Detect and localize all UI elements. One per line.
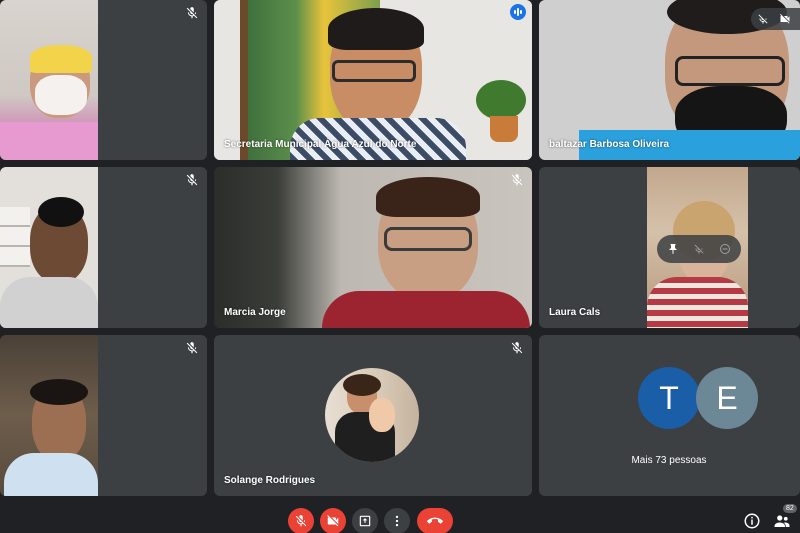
participants-button[interactable] xyxy=(772,512,792,530)
mic-off-icon xyxy=(186,7,198,19)
person-hair xyxy=(30,379,88,405)
participant-name: Marcia Jorge xyxy=(224,307,286,318)
meeting-details-button[interactable] xyxy=(743,512,761,530)
avatar-t: T xyxy=(638,367,700,429)
speaking-indicator-icon xyxy=(510,4,526,20)
yellow-headwrap xyxy=(30,45,92,73)
participant-video xyxy=(214,0,532,160)
participant-video xyxy=(0,0,98,160)
present-screen-button[interactable] xyxy=(352,508,378,533)
grey-shirt xyxy=(0,277,98,328)
wall-frames xyxy=(0,207,30,267)
more-vert-icon xyxy=(395,515,399,527)
painting-frame xyxy=(240,0,248,160)
person-hair xyxy=(376,177,480,217)
plant xyxy=(476,80,526,120)
glasses xyxy=(384,227,472,251)
red-top xyxy=(322,291,530,328)
mic-off-icon xyxy=(511,174,523,186)
mic-off-icon xyxy=(758,14,768,24)
person-hair xyxy=(38,197,84,227)
participant-name: Secretaria Municipal Água Azul do Norte xyxy=(224,139,417,150)
camera-off-icon xyxy=(780,14,790,24)
participant-tile-4[interactable] xyxy=(0,167,207,328)
participant-tile-6[interactable]: Laura Cals xyxy=(539,167,800,328)
glasses xyxy=(332,60,416,82)
participant-count-badge: 82 xyxy=(783,504,797,513)
tile-hover-controls xyxy=(657,235,741,263)
avatar-e: E xyxy=(696,367,758,429)
speaker-hair xyxy=(328,8,424,50)
participant-video xyxy=(0,167,98,328)
mute-participant-icon[interactable] xyxy=(693,243,705,255)
participant-tile-2[interactable]: Secretaria Municipal Água Azul do Norte xyxy=(214,0,532,160)
mic-off-icon xyxy=(186,174,198,186)
remove-participant-icon[interactable] xyxy=(719,243,731,255)
participant-tile-7[interactable] xyxy=(0,335,207,496)
leave-call-button[interactable] xyxy=(417,508,453,533)
mic-off-icon xyxy=(295,515,307,527)
face-mask xyxy=(35,75,87,115)
light-blue-shirt xyxy=(4,453,98,496)
participant-tile-3[interactable]: V baltazar Barbosa Oliveira xyxy=(539,0,800,160)
striped-top xyxy=(647,277,748,328)
mic-toggle-button[interactable] xyxy=(288,508,314,533)
participant-video xyxy=(0,335,98,496)
profile-photo xyxy=(325,368,419,462)
camera-toggle-button[interactable] xyxy=(320,508,346,533)
participant-video xyxy=(214,167,532,328)
participant-name: Solange Rodrigues xyxy=(224,475,316,486)
pink-shirt xyxy=(0,122,98,160)
camera-off-icon xyxy=(327,515,339,527)
glasses xyxy=(675,56,785,86)
people-icon xyxy=(774,515,790,527)
info-icon xyxy=(744,513,760,529)
participant-tile-5[interactable]: Marcia Jorge xyxy=(214,167,532,328)
mic-off-icon xyxy=(511,342,523,354)
more-options-button[interactable] xyxy=(384,508,410,533)
hang-up-icon xyxy=(427,517,443,524)
participant-name: Laura Cals xyxy=(549,307,601,318)
participant-tile-8[interactable]: Solange Rodrigues xyxy=(214,335,532,496)
pin-icon[interactable] xyxy=(667,243,679,255)
tile-controls: V xyxy=(751,8,800,30)
more-people-label: Mais 73 pessoas xyxy=(631,455,707,466)
participant-name: baltazar Barbosa Oliveira xyxy=(549,139,670,150)
more-people-tile[interactable]: T E Mais 73 pessoas xyxy=(539,335,800,496)
participant-tile-1[interactable] xyxy=(0,0,207,160)
mic-off-icon xyxy=(186,342,198,354)
plant-pot xyxy=(490,116,518,142)
present-icon xyxy=(359,515,371,527)
